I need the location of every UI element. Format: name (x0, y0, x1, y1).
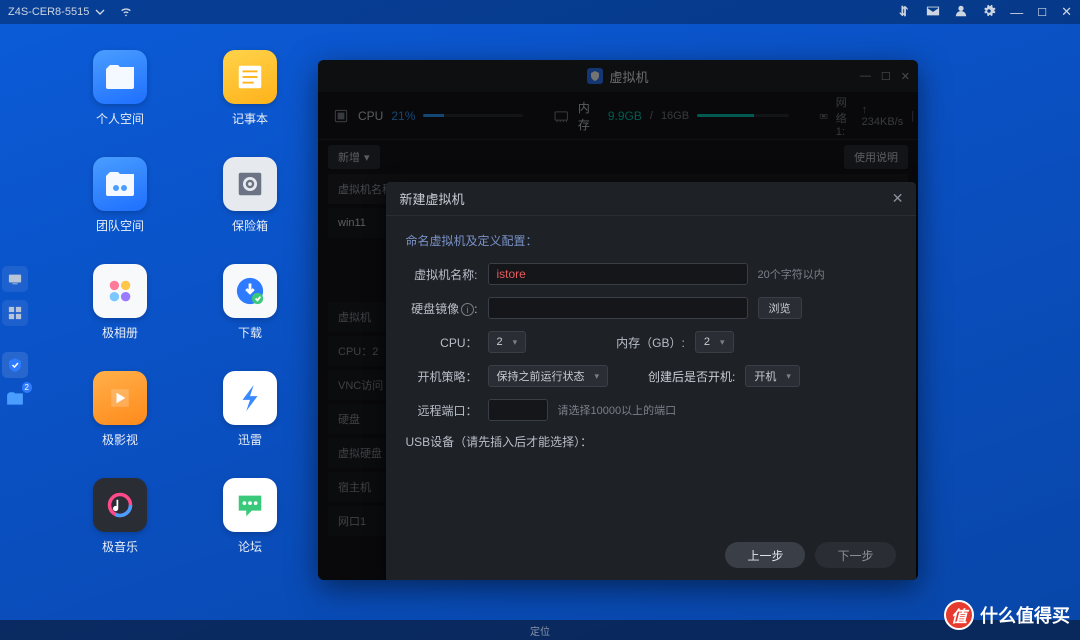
close-icon[interactable]: ✕ (1061, 4, 1072, 20)
vm-window: 虚拟机 — ☐ ✕ CPU 21% 内存 9.9GB/ 16GB 网络1: ↑ … (318, 60, 918, 580)
taskbar: Z4S-CER8-5515 — ☐ ✕ (0, 0, 1080, 24)
launcher-badge: 2 (22, 382, 32, 393)
system-tray: — ☐ ✕ (898, 4, 1072, 21)
launcher-desktop[interactable] (2, 266, 28, 292)
vm-name-label: 虚拟机名称: (406, 266, 478, 283)
desktop: 个人空间 记事本 团队空间 保险箱 极相册 下载 极影视 迅雷 极音乐 论坛 (80, 50, 290, 555)
wifi-icon[interactable] (119, 4, 133, 21)
remote-port-hint: 请选择10000以上的端口 (558, 402, 677, 418)
desktop-icon-video[interactable]: 极影视 (80, 371, 160, 448)
desktop-icon-safe[interactable]: 保险箱 (210, 157, 290, 234)
mail-icon[interactable] (926, 4, 940, 21)
remote-port-label: 远程端口： (406, 402, 478, 419)
desktop-icon-download[interactable]: 下载 (210, 264, 290, 341)
memory-label: 内存（GB）: (616, 334, 685, 351)
launcher-vm[interactable] (2, 352, 28, 378)
maximize-icon[interactable]: ☐ (1037, 6, 1047, 19)
vm-name-input[interactable] (488, 263, 748, 285)
launcher-strip: 2 (0, 260, 30, 418)
minimize-icon[interactable]: — (1010, 5, 1023, 20)
desktop-icon-notes[interactable]: 记事本 (210, 50, 290, 127)
desktop-icon-album[interactable]: 极相册 (80, 264, 160, 341)
cpu-label: CPU： (406, 334, 478, 351)
cpu-select[interactable]: 2 (488, 331, 527, 353)
modal-header: 新建虚拟机 ✕ (386, 182, 916, 216)
vm-name-hint: 20个字符以内 (758, 266, 825, 282)
desktop-icon-xunlei[interactable]: 迅雷 (210, 371, 290, 448)
modal-overlay: 新建虚拟机 ✕ 命名虚拟机及定义配置： 虚拟机名称: 20个字符以内 硬盘镜像i… (318, 60, 918, 580)
boot-policy-label: 开机策略： (406, 368, 478, 385)
auto-start-select[interactable]: 开机 (745, 365, 800, 387)
browse-button[interactable]: 浏览 (758, 297, 802, 319)
bottom-bar: 定位 (0, 620, 1080, 640)
user-icon[interactable] (954, 4, 968, 21)
usb-label: USB设备（请先插入后才能选择）： (406, 433, 593, 450)
disk-image-input[interactable] (488, 297, 748, 319)
desktop-icon-forum[interactable]: 论坛 (210, 478, 290, 555)
auto-start-label: 创建后是否开机: (648, 368, 735, 385)
hostname-menu[interactable]: Z4S-CER8-5515 (8, 6, 105, 18)
desktop-icon-personal[interactable]: 个人空间 (80, 50, 160, 127)
new-vm-modal: 新建虚拟机 ✕ 命名虚拟机及定义配置： 虚拟机名称: 20个字符以内 硬盘镜像i… (386, 182, 916, 580)
hostname-label: Z4S-CER8-5515 (8, 6, 89, 18)
modal-title: 新建虚拟机 (400, 189, 465, 208)
modal-section-title: 命名虚拟机及定义配置： (406, 232, 896, 249)
launcher-files[interactable]: 2 (2, 386, 28, 412)
transfer-icon[interactable] (898, 4, 912, 21)
disk-image-label: 硬盘镜像i: (406, 300, 478, 317)
desktop-icon-team[interactable]: 团队空间 (80, 157, 160, 234)
watermark-text: 什么值得买 (980, 602, 1070, 628)
desktop-icon-music[interactable]: 极音乐 (80, 478, 160, 555)
launcher-apps[interactable] (2, 300, 28, 326)
chevron-down-icon (95, 7, 105, 17)
next-step-button[interactable]: 下一步 (815, 542, 895, 568)
gear-icon[interactable] (982, 4, 996, 21)
remote-port-input[interactable] (488, 399, 548, 421)
watermark: 值 什么值得买 (944, 600, 1070, 630)
info-icon[interactable]: i (461, 303, 474, 316)
prev-step-button[interactable]: 上一步 (725, 542, 805, 568)
memory-select[interactable]: 2 (695, 331, 734, 353)
modal-close-button[interactable]: ✕ (892, 190, 904, 207)
boot-policy-select[interactable]: 保持之前运行状态 (488, 365, 609, 387)
watermark-icon: 值 (944, 600, 974, 630)
